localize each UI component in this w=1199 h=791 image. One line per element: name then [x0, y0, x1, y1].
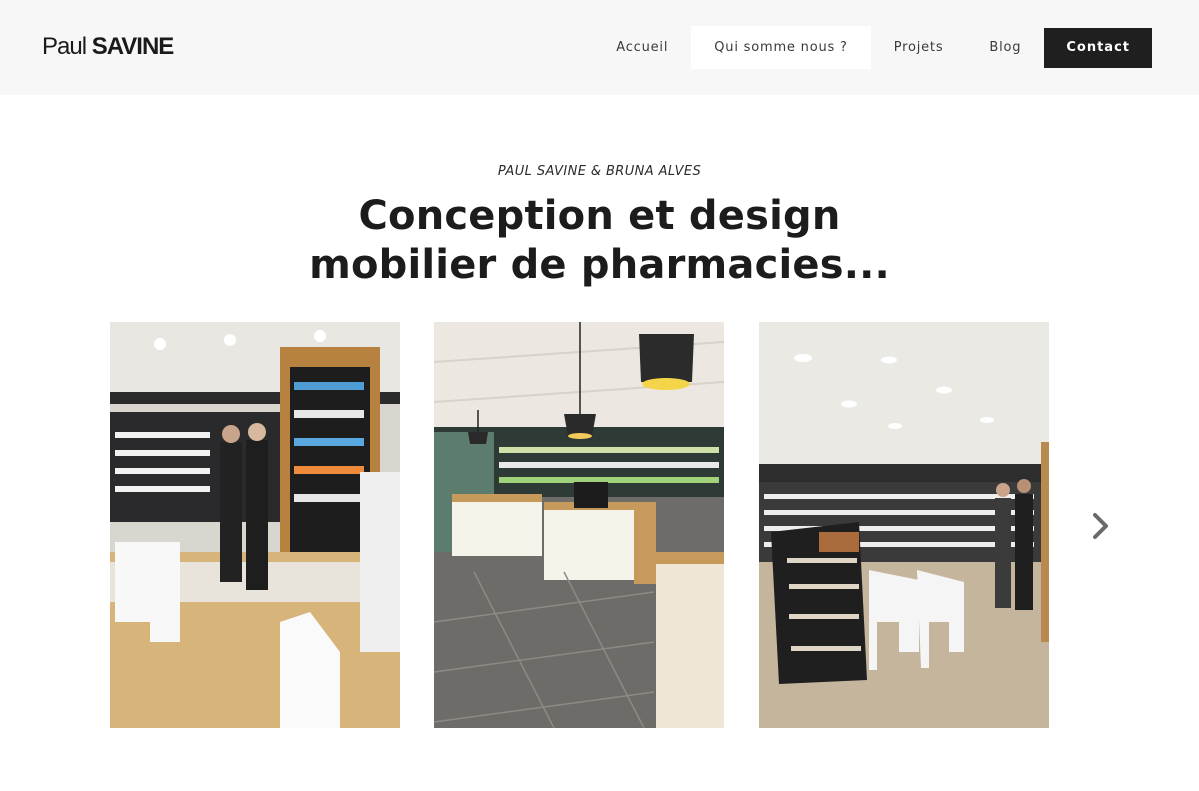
main-nav: Accueil Qui somme nous ? Projets Blog Co…	[593, 26, 1152, 69]
nav-item-projets[interactable]: Projets	[871, 26, 967, 69]
chevron-right-icon[interactable]	[1088, 508, 1114, 544]
pharmacy-display-shelves-image	[759, 322, 1049, 728]
gallery-image-2[interactable]	[434, 322, 724, 728]
hero-headline: Conception et design mobilier de pharmac…	[0, 192, 1199, 290]
logo-last-name: SAVINE	[91, 33, 175, 60]
site-header: Paul SAVINE Accueil Qui somme nous ? Pro…	[0, 0, 1199, 95]
nav-item-qui-somme-nous[interactable]: Qui somme nous ?	[691, 26, 871, 69]
nav-item-accueil[interactable]: Accueil	[593, 26, 691, 69]
pharmacy-interior-wood-floor-image	[110, 322, 400, 728]
gallery-image-3[interactable]	[759, 322, 1049, 728]
logo-first-name: Paul	[42, 33, 87, 60]
logo[interactable]: Paul SAVINE	[42, 33, 175, 61]
gallery-image-1[interactable]	[110, 322, 400, 728]
contact-button[interactable]: Contact	[1044, 27, 1152, 68]
nav-item-blog[interactable]: Blog	[966, 26, 1044, 69]
hero-headline-line1: Conception et design	[358, 193, 841, 239]
pharmacy-counters-tiled-floor-image	[434, 322, 724, 728]
hero-headline-line2: mobilier de pharmacies...	[309, 242, 890, 288]
photo-gallery	[110, 322, 1049, 728]
hero-eyebrow: PAUL SAVINE & BRUNA ALVES	[497, 164, 702, 179]
